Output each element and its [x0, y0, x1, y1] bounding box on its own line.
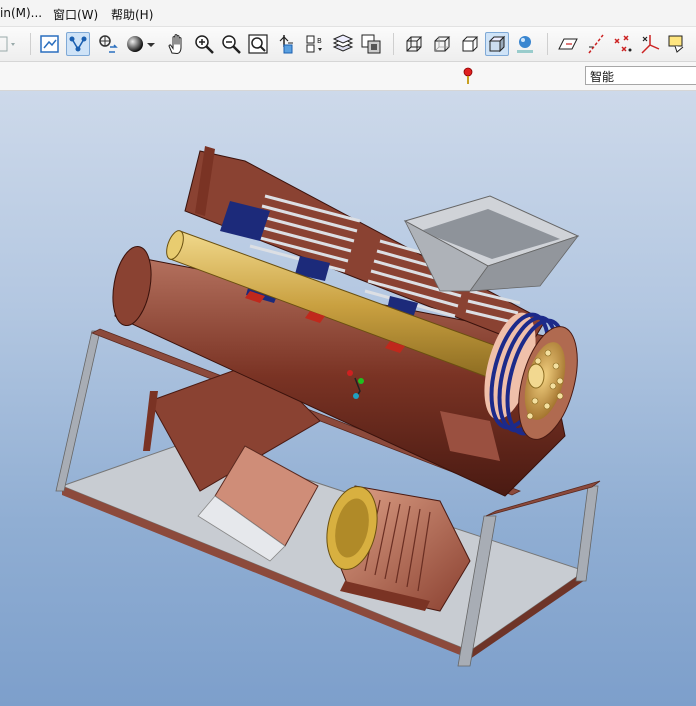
menu-bar: in(M)... 窗口(W) 帮助(H) [0, 0, 696, 27]
main-toolbar: B [0, 27, 696, 62]
view-manager-icon[interactable] [275, 32, 299, 56]
datum-plane-icon[interactable] [556, 32, 580, 56]
zoom-fit-icon[interactable] [246, 32, 270, 56]
hidden-line-icon[interactable] [430, 32, 454, 56]
svg-text:B: B [317, 37, 322, 45]
shading-dropdown-icon[interactable] [144, 32, 158, 56]
cad-model-render [55, 146, 601, 667]
pan-hand-icon[interactable] [165, 32, 189, 56]
datum-axis-icon[interactable] [584, 32, 608, 56]
menu-item-window[interactable]: 窗口(W) [53, 6, 98, 23]
shaded-icon[interactable] [485, 32, 509, 56]
toolbar-separator [547, 33, 548, 55]
spin-center-icon[interactable] [66, 32, 90, 56]
wireframe-icon[interactable] [402, 32, 426, 56]
zoom-in-icon[interactable] [192, 32, 216, 56]
secondary-toolbar: 智能 [0, 62, 696, 91]
named-view-icon[interactable]: B [303, 32, 327, 56]
layers-icon[interactable] [331, 32, 355, 56]
selection-filter-select[interactable]: 智能 [585, 66, 696, 85]
menu-item-help[interactable]: 帮助(H) [111, 6, 153, 23]
red-light-icon [463, 67, 473, 85]
toolbar-separator [30, 33, 31, 55]
menu-item-plugin[interactable]: in(M)... [0, 6, 42, 20]
toolbar-separator [393, 33, 394, 55]
no-hidden-icon[interactable] [458, 32, 482, 56]
csys-icon[interactable] [638, 32, 662, 56]
display-style-icon[interactable] [359, 32, 383, 56]
repaint-icon[interactable] [38, 32, 62, 56]
datum-point-icon[interactable] [611, 32, 635, 56]
dropdown-arrow-icon[interactable] [0, 32, 18, 56]
zoom-out-icon[interactable] [219, 32, 243, 56]
orient-icon[interactable] [96, 32, 120, 56]
annotation-icon[interactable] [666, 32, 690, 56]
model-tree-icon[interactable] [513, 32, 537, 56]
3d-viewport[interactable] [0, 91, 696, 706]
